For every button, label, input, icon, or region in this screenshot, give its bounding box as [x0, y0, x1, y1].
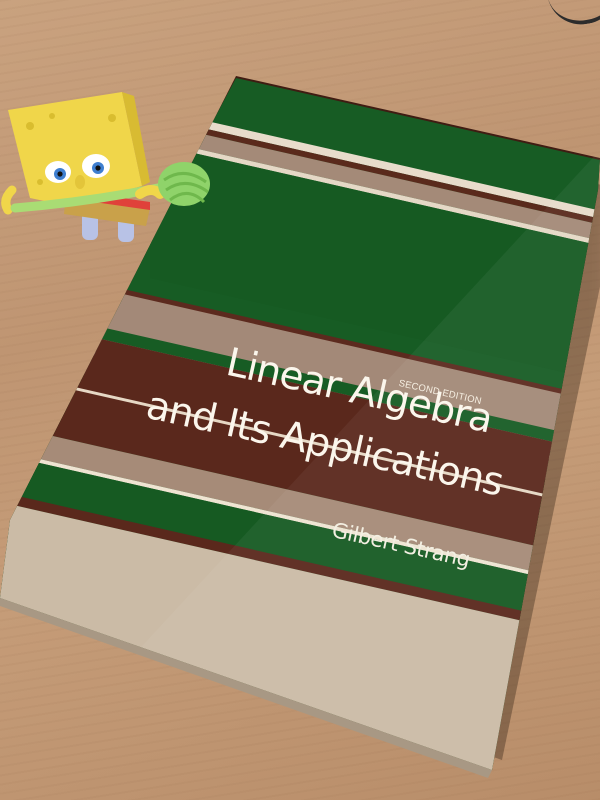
toy-hole: [108, 114, 116, 122]
toy-nose: [75, 175, 85, 189]
toy-hole: [37, 179, 43, 185]
toy-pupil-left: [57, 171, 63, 177]
toy-body: [8, 92, 142, 206]
sponge-toy: [1, 92, 210, 242]
toy-hand: [135, 185, 165, 199]
toy-hole: [49, 113, 55, 119]
toy-pupil-right: [95, 165, 101, 171]
toy-hole: [26, 122, 34, 130]
photo-scene: SECOND EDITION Linear Algebra and Its Ap…: [0, 0, 600, 800]
